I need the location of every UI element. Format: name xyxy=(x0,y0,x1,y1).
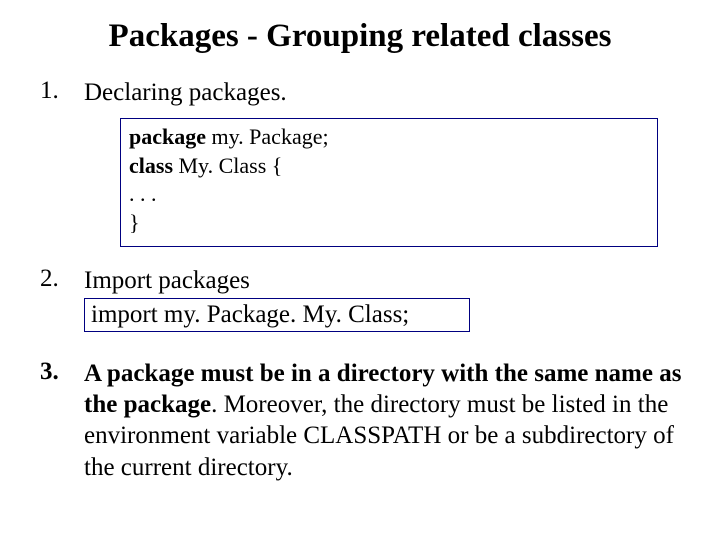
item-number-1: 1. xyxy=(36,77,84,105)
item-heading-2: Import packages xyxy=(84,265,684,296)
item-body-1: Declaring packages. xyxy=(84,77,684,108)
item-heading-3: A package must be in a directory with th… xyxy=(84,358,684,483)
list-item-3: 3. A package must be in a directory with… xyxy=(36,358,684,483)
code-pkgname: my. Package; xyxy=(206,124,329,149)
code-block-2: import my. Package. My. Class; xyxy=(84,298,470,332)
code-line-2: class My. Class { xyxy=(129,152,649,181)
list-item-1: 1. Declaring packages. xyxy=(36,77,684,108)
item-heading-1: Declaring packages. xyxy=(84,77,684,108)
item-number-3: 3. xyxy=(36,358,84,386)
slide: Packages - Grouping related classes 1. D… xyxy=(0,0,720,483)
keyword-class: class xyxy=(129,153,173,178)
code-block-1: package my. Package; class My. Class { .… xyxy=(120,118,658,246)
code-classname: My. Class { xyxy=(173,153,282,178)
code-line-4: } xyxy=(129,209,649,238)
keyword-package: package xyxy=(129,124,206,149)
list-item-2: 2. Import packages import my. Package. M… xyxy=(36,265,684,332)
item-body-2: Import packages import my. Package. My. … xyxy=(84,265,684,332)
code-line-1: package my. Package; xyxy=(129,123,649,152)
item-number-2: 2. xyxy=(36,265,84,293)
item-body-3: A package must be in a directory with th… xyxy=(84,358,684,483)
code-block-wrapper: package my. Package; class My. Class { .… xyxy=(120,118,684,246)
code-line-3: . . . xyxy=(129,180,649,209)
slide-title: Packages - Grouping related classes xyxy=(36,18,684,55)
